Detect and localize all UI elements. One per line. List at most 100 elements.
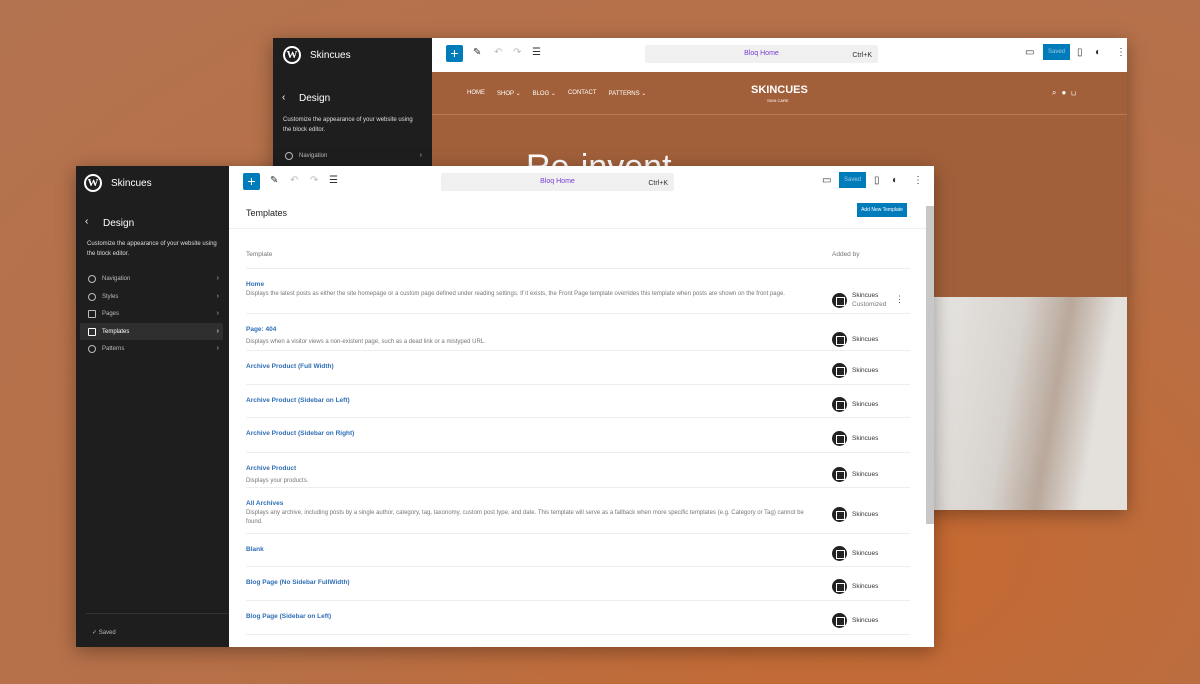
add-new-template-button[interactable]: Add New Template (857, 203, 907, 217)
sidebar-item-pages[interactable]: Pages › (80, 305, 223, 322)
author: Skincues (852, 435, 878, 442)
design-heading: Design (103, 218, 134, 229)
toolbar: + ✎ ↶ ↷ ☰ Bloq HomeCtrl+K ▭ Saved ▯ ◐ ⋮ (229, 166, 934, 200)
sidebar-item-navigation[interactable]: Navigation› (277, 147, 426, 164)
nav-label: Navigation (102, 276, 130, 282)
settings-panel-icon[interactable]: ▯ (1077, 47, 1083, 58)
author: Skincues (852, 511, 878, 518)
table-row: Blank Skincues (246, 534, 910, 567)
site-brand[interactable]: SKINCUES (751, 84, 808, 96)
theme-avatar-icon (832, 363, 847, 378)
theme-avatar-icon (832, 397, 847, 412)
template-name-link[interactable]: Archive Product (Full Width) (246, 363, 334, 370)
author: Skincues (852, 292, 878, 299)
page-title: Templates (246, 208, 287, 218)
row-actions-icon[interactable]: ⋮ (895, 294, 904, 305)
template-name-link[interactable]: Blog Page (Sidebar on Left) (246, 613, 331, 620)
template-name-link[interactable]: Archive Product (Sidebar on Left) (246, 397, 350, 404)
author: Skincues (852, 367, 878, 374)
wordpress-logo-icon[interactable]: W (283, 46, 301, 64)
back-chevron-icon[interactable]: ‹ (85, 216, 88, 227)
status: Customized (852, 301, 886, 308)
site-title: Skincues (111, 178, 152, 189)
template-name-link[interactable]: Home (246, 281, 264, 288)
template-description: Displays the latest posts as either the … (246, 290, 816, 299)
patterns-icon (88, 345, 96, 353)
template-name-link[interactable]: Archive Product (Sidebar on Right) (246, 430, 354, 437)
template-name: Bloq Home (441, 178, 674, 185)
template-name-link[interactable]: Page: 404 (246, 326, 276, 333)
added-by: Skincues (852, 549, 878, 558)
redo-icon[interactable]: ↷ (310, 175, 318, 186)
desktop-preview-icon[interactable]: ▭ (1025, 47, 1034, 58)
template-name-link[interactable]: Archive Product (246, 465, 296, 472)
chevron-right-icon: › (217, 328, 219, 335)
theme-avatar-icon (832, 332, 847, 347)
page-icon (88, 310, 96, 318)
table-row: All Archives Displays any archive, includ… (246, 488, 910, 534)
menu-item[interactable]: SHOP ⌄ (497, 90, 521, 97)
column-header-added-by: Added by (832, 251, 859, 258)
table-row: Archive ProductDisplays your products.Sk… (246, 453, 910, 488)
template-name-link[interactable]: Blank (246, 546, 264, 553)
table-row: Blog Page (Sidebar on Left) Skincues (246, 601, 910, 635)
back-chevron-icon[interactable]: ‹ (282, 92, 285, 103)
author: Skincues (852, 401, 878, 408)
chevron-right-icon: › (217, 310, 219, 317)
styles-icon[interactable]: ◐ (892, 175, 898, 186)
header-icons[interactable]: ⌕●⊔ (1052, 88, 1081, 98)
redo-icon[interactable]: ↷ (513, 47, 521, 58)
back-toolbar: + ✎ ↶ ↷ ☰ Bloq HomeCtrl+K ▭ Saved ▯ ◐ ⋮ (432, 38, 1127, 72)
sidebar-item-patterns[interactable]: Patterns› (80, 340, 223, 357)
undo-icon[interactable]: ↶ (494, 47, 502, 58)
table-row: Archive Product (Sidebar on Left) Skincue… (246, 385, 910, 418)
menu-item[interactable]: CONTACT (568, 90, 597, 97)
add-block-button[interactable]: + (446, 45, 463, 62)
command-palette[interactable]: Bloq HomeCtrl+K (645, 45, 878, 63)
options-icon[interactable]: ⋮ (1116, 47, 1126, 58)
sidebar: W Skincues ‹ Design Customize the appear… (76, 166, 229, 647)
saved-button[interactable]: Saved (839, 172, 866, 188)
added-by: Skincues (852, 582, 878, 591)
desktop-preview-icon[interactable]: ▭ (822, 175, 831, 186)
author: Skincues (852, 583, 878, 590)
chevron-right-icon: › (420, 152, 422, 159)
template-name-link[interactable]: Blog Page (No Sidebar FullWidth) (246, 579, 350, 586)
template-name-link[interactable]: All Archives (246, 500, 283, 507)
styles-icon[interactable]: ◐ (1095, 47, 1101, 58)
options-icon[interactable]: ⋮ (913, 175, 923, 186)
menu-item[interactable]: HOME (467, 90, 485, 97)
command-palette[interactable]: Bloq HomeCtrl+K (441, 173, 674, 191)
table-row: Page: 404Displays when a visitor views a… (246, 314, 910, 351)
scrollbar[interactable] (926, 206, 934, 524)
added-by: Skincues (852, 616, 878, 625)
design-description: Customize the appearance of your website… (87, 239, 222, 259)
wordpress-logo-icon[interactable]: W (84, 174, 102, 192)
list-view-icon[interactable]: ☰ (532, 47, 541, 58)
shortcut: Ctrl+K (648, 180, 668, 187)
added-by: Skincues (852, 510, 878, 519)
theme-avatar-icon (832, 293, 847, 308)
settings-panel-icon[interactable]: ▯ (874, 175, 880, 186)
pen-icon[interactable]: ✎ (270, 175, 278, 186)
add-block-button[interactable]: + (243, 173, 260, 190)
menu-item[interactable]: BLOG ⌄ (533, 90, 556, 97)
added-by: Skincues (852, 434, 878, 443)
added-by: Skincues (852, 470, 878, 479)
saved-button[interactable]: Saved (1043, 44, 1070, 60)
front-editor-window: W Skincues ‹ Design Customize the appear… (76, 166, 934, 647)
sidebar-item-navigation[interactable]: Navigation› (80, 270, 223, 287)
added-by: Skincues (852, 400, 878, 409)
undo-icon[interactable]: ↶ (290, 175, 298, 186)
sidebar-item-styles[interactable]: Styles› (80, 288, 223, 305)
templates-panel: Templates Add New Template Template Adde… (229, 200, 926, 647)
pen-icon[interactable]: ✎ (473, 47, 481, 58)
compass-icon (88, 275, 96, 283)
sidebar-item-templates[interactable]: Templates› (80, 323, 223, 340)
list-view-icon[interactable]: ☰ (329, 175, 338, 186)
nav-label: Pages (102, 311, 119, 317)
menu-item[interactable]: PATTERNS ⌄ (609, 90, 647, 97)
sidebar-divider (86, 613, 229, 614)
table-row: Archive Product (Full Width) Skincues (246, 351, 910, 385)
template-description: Displays any archive, including posts by… (246, 509, 816, 526)
